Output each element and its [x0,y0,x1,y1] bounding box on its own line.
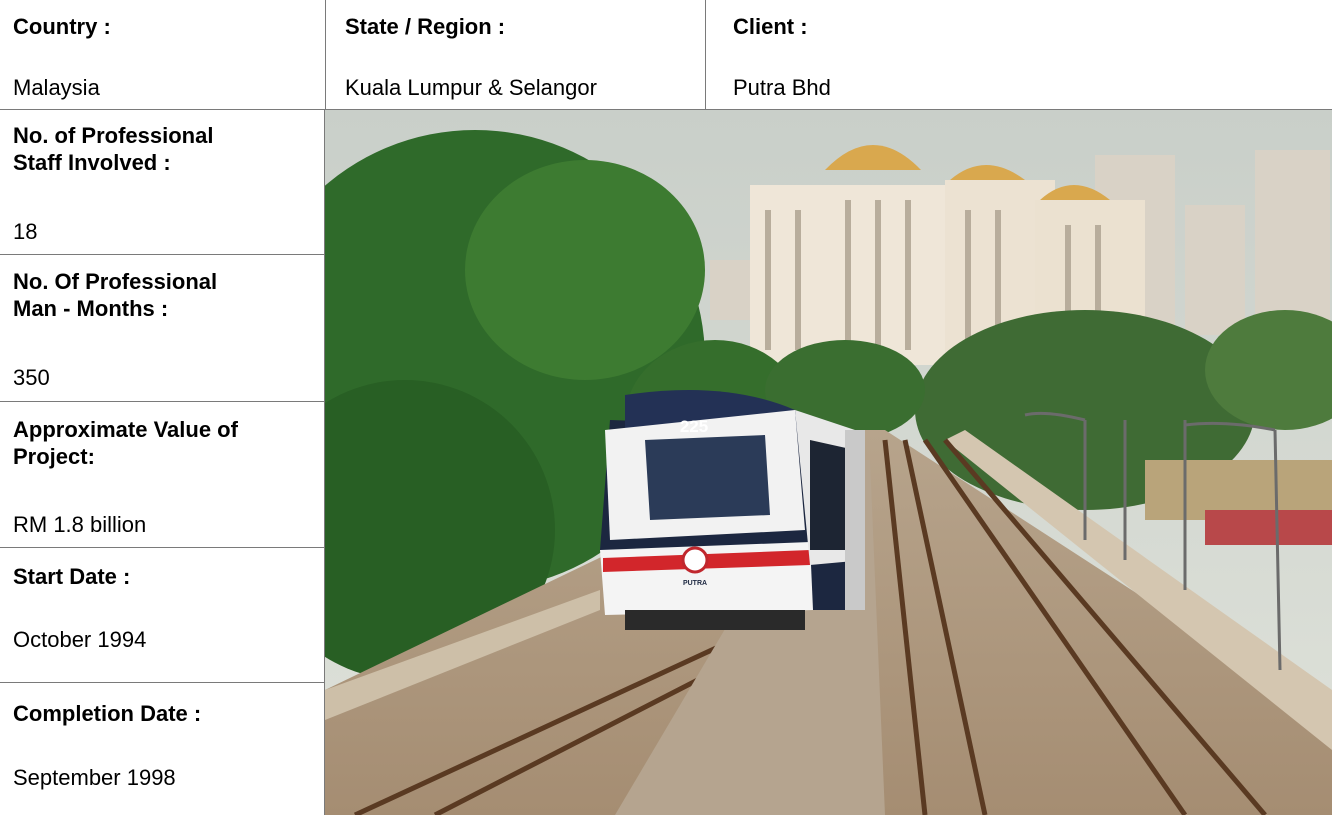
project-value: RM 1.8 billion [13,512,147,537]
man-months-value: 350 [13,365,50,390]
man-months-label-line-2: Man - Months : [13,296,169,321]
client-value: Putra Bhd [733,75,831,100]
client-label: Client : [733,14,808,39]
train-brand: PUTRA [683,580,707,587]
project-value-label-line-2: Project: [13,444,95,469]
country-value: Malaysia [13,75,100,100]
start-date-label: Start Date : [13,564,131,589]
state-region-label: State / Region : [345,14,506,39]
staff-label-line-2: Staff Involved : [13,150,171,175]
start-date-value: October 1994 [13,627,147,652]
man-months-label: No. Of Professional Man - Months : [13,268,217,322]
project-value-label-line-1: Approximate Value of [13,417,238,442]
row-rule-4 [0,682,325,683]
staff-label: No. of Professional Staff Involved : [13,122,213,176]
completion-date-value: September 1998 [13,765,176,790]
train-number: 225 [680,417,708,436]
header-divider-1 [325,0,326,110]
project-photo: 225 PUTRA [325,110,1332,815]
staff-label-line-1: No. of Professional [13,123,214,148]
project-value-label: Approximate Value of Project: [13,416,238,470]
row-rule-2 [0,401,325,402]
country-label: Country : [13,14,111,39]
man-months-label-line-1: No. Of Professional [13,269,218,294]
row-rule-3 [0,547,325,548]
completion-date-label: Completion Date : [13,701,202,726]
staff-value: 18 [13,219,38,244]
state-region-value: Kuala Lumpur & Selangor [345,75,597,100]
row-rule-1 [0,254,325,255]
header-divider-2 [705,0,706,110]
train [600,390,865,630]
